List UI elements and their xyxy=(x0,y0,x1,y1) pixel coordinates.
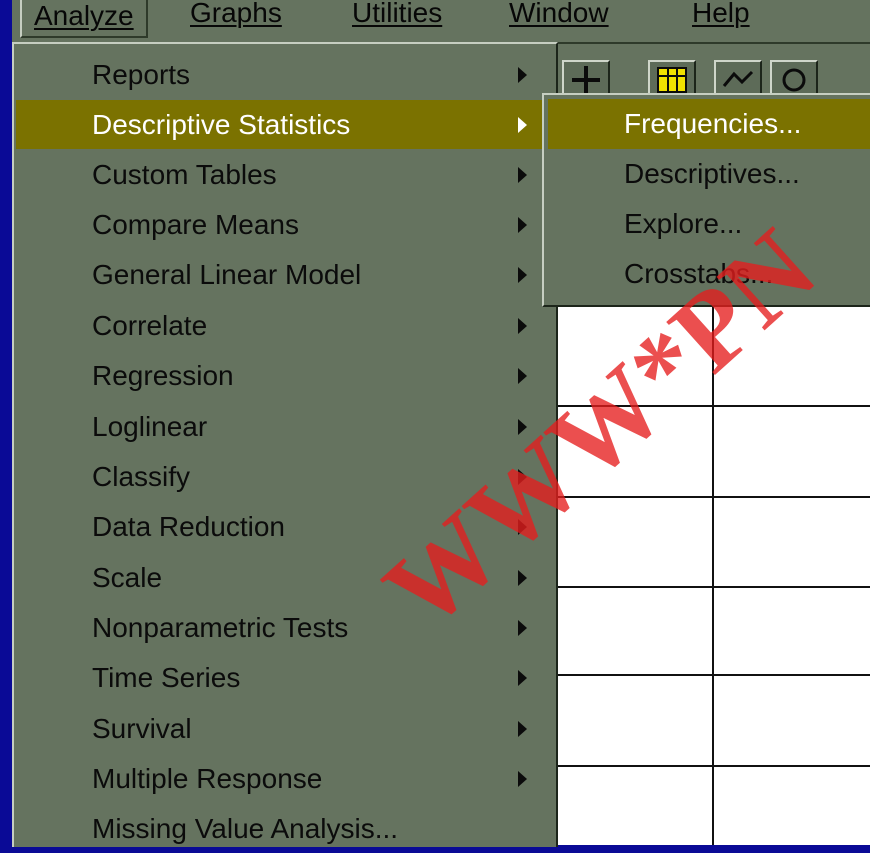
descriptive-statistics-submenu: Frequencies... Descriptives... Explore..… xyxy=(542,93,870,307)
menu-item-time-series[interactable]: Time Series xyxy=(16,653,554,702)
submenu-arrow-icon xyxy=(518,368,527,384)
submenu-arrow-icon xyxy=(518,167,527,183)
menu-item-loglinear[interactable]: Loglinear xyxy=(16,402,554,451)
menu-graphs[interactable]: Graphs xyxy=(190,0,282,34)
submenu-arrow-icon xyxy=(518,217,527,233)
menu-analyze[interactable]: Analyze xyxy=(20,0,148,38)
menu-item-descriptive-statistics[interactable]: Descriptive Statistics xyxy=(16,100,554,149)
submenu-arrow-icon xyxy=(518,519,527,535)
data-grid[interactable] xyxy=(556,302,870,845)
menu-window[interactable]: Window xyxy=(509,0,609,34)
submenu-item-explore[interactable]: Explore... xyxy=(548,199,870,249)
submenu-item-frequencies[interactable]: Frequencies... xyxy=(548,99,870,149)
menu-help[interactable]: Help xyxy=(692,0,750,34)
menu-item-custom-tables[interactable]: Custom Tables xyxy=(16,150,554,199)
grid-row-divider xyxy=(556,496,870,498)
menu-item-missing-value-analysis[interactable]: Missing Value Analysis... xyxy=(16,804,554,853)
menu-item-regression[interactable]: Regression xyxy=(16,351,554,400)
grid-row-divider xyxy=(556,765,870,767)
grid-column-divider xyxy=(712,302,714,845)
menu-item-data-reduction[interactable]: Data Reduction xyxy=(16,502,554,551)
submenu-arrow-icon xyxy=(518,318,527,334)
submenu-arrow-icon xyxy=(518,419,527,435)
menu-item-multiple-response[interactable]: Multiple Response xyxy=(16,754,554,803)
submenu-arrow-icon xyxy=(518,771,527,787)
menu-item-compare-means[interactable]: Compare Means xyxy=(16,200,554,249)
menu-item-reports[interactable]: Reports xyxy=(16,50,554,99)
grid-row-divider xyxy=(556,674,870,676)
submenu-arrow-icon xyxy=(518,570,527,586)
analyze-menu: Reports Descriptive Statistics Custom Ta… xyxy=(12,42,558,847)
toolbar xyxy=(556,44,870,104)
submenu-arrow-icon xyxy=(518,721,527,737)
menu-utilities[interactable]: Utilities xyxy=(352,0,442,34)
submenu-arrow-icon xyxy=(518,670,527,686)
menu-item-classify[interactable]: Classify xyxy=(16,452,554,501)
submenu-item-crosstabs[interactable]: Crosstabs... xyxy=(548,249,870,299)
submenu-arrow-icon xyxy=(518,267,527,283)
submenu-arrow-icon xyxy=(518,117,527,133)
menu-item-general-linear-model[interactable]: General Linear Model xyxy=(16,250,554,299)
submenu-arrow-icon xyxy=(518,620,527,636)
menu-item-correlate[interactable]: Correlate xyxy=(16,301,554,350)
submenu-item-descriptives[interactable]: Descriptives... xyxy=(548,149,870,199)
grid-row-divider xyxy=(556,405,870,407)
menu-bar: Analyze Graphs Utilities Window Help xyxy=(12,0,870,44)
grid-row-divider xyxy=(556,586,870,588)
submenu-arrow-icon xyxy=(518,67,527,83)
submenu-arrow-icon xyxy=(518,469,527,485)
menu-item-survival[interactable]: Survival xyxy=(16,704,554,753)
menu-item-nonparametric-tests[interactable]: Nonparametric Tests xyxy=(16,603,554,652)
menu-item-scale[interactable]: Scale xyxy=(16,553,554,602)
